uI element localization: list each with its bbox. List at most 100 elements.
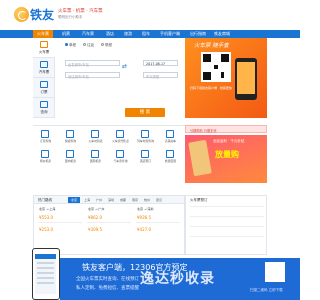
app-banner-line: 私人定制、免费短信、查票提醒 [76, 286, 139, 291]
divider [136, 222, 180, 223]
promo-title: 火车票 随手查 [194, 43, 229, 49]
route-price: ¥936.5 [137, 215, 151, 220]
quick-link-label: 快捷查询 [64, 139, 77, 143]
app-banner-line: 全国火车票实时查询、在线预订 [76, 277, 139, 282]
quick-link-label: 国际机票 [89, 159, 102, 163]
clock-icon [91, 130, 99, 138]
phone-illustration-icon [188, 139, 212, 177]
search-button[interactable]: 搜 索 [125, 108, 165, 117]
hot-tab[interactable]: 上海 [84, 198, 90, 202]
globe-icon [91, 150, 99, 158]
radio-icon [83, 43, 86, 46]
main-nav: 火车票 机票 汽车票 酒店 旅游 租车 手机客户端 出行指南 铁友商城 [0, 30, 300, 38]
tab-round-trip[interactable]: 往返 [83, 43, 94, 48]
bus-icon [116, 150, 124, 158]
nav-item-guide[interactable]: 出行指南 [190, 31, 206, 37]
quick-link[interactable]: 列车时刻查询 [133, 128, 158, 146]
brand-logo-icon[interactable] [14, 7, 29, 22]
nav-item-app[interactable]: 手机客户端 [160, 31, 180, 37]
ticket-search-panel: 单程 往返 联程 出发城市/车站 ⇄ 2017-08-17 到达城市/车站 车次… [55, 38, 185, 118]
lightning-icon [66, 130, 74, 138]
ad-top-text: 分期购机 分期无忧 [190, 128, 217, 133]
app-promo-banner[interactable]: 火车票 随手查 扫码下载铁友客户端 · 抢票更快 [185, 38, 267, 118]
quick-link[interactable]: 旅游度假 [158, 148, 183, 166]
nav-item-travel[interactable]: 旅游 [124, 31, 132, 37]
nav-item-train[interactable]: 火车票 [33, 30, 53, 38]
route-name: 北京 → 广州 [88, 207, 105, 211]
ticket-icon [40, 81, 48, 88]
quick-links-grid: 订票查询 快捷查询 火车时刻表 火车票代售点 列车时刻查询 高铁动车 特价机票 … [33, 125, 185, 185]
quick-link-label: 旅游度假 [164, 159, 177, 163]
route-name: 北京 → 深圳 [137, 207, 154, 211]
quick-link-label: 火车票代售点 [112, 139, 129, 143]
tab-label: 联程 [105, 43, 112, 47]
search-icon [40, 101, 48, 108]
quick-link[interactable]: 快捷查询 [58, 128, 83, 146]
hot-tab[interactable]: 深圳 [108, 198, 114, 202]
train-icon [40, 41, 48, 48]
quick-link[interactable]: 酒店预订 [133, 148, 158, 166]
ad-top-banner[interactable]: 分期购机 分期无忧 [185, 125, 267, 133]
divider [190, 216, 264, 217]
tab-one-way[interactable]: 单程 [65, 43, 76, 48]
train-type-select[interactable]: 车次类型 [143, 72, 178, 79]
hot-tab[interactable]: 北京 [68, 197, 81, 203]
quick-link[interactable]: 汽车票查询 [108, 148, 133, 166]
swap-cities-icon[interactable]: ⇄ [122, 63, 130, 71]
quick-link[interactable]: 特价机票 [33, 148, 58, 166]
route-price: ¥309.5 [88, 227, 102, 232]
to-city-field[interactable]: 到达城市/车站 [65, 72, 120, 79]
nav-item-mall[interactable]: 铁友商城 [214, 31, 230, 37]
hot-tab[interactable]: 成都 [120, 198, 126, 202]
plane-icon [66, 150, 74, 158]
quick-link-label: 特价机票 [39, 159, 52, 163]
route-name: 北京 → 上海 [39, 207, 56, 211]
nav-item-rental[interactable]: 租车 [142, 31, 150, 37]
divider [190, 226, 264, 227]
nav-item-hotel[interactable]: 酒店 [106, 31, 114, 37]
sidebar-item-train[interactable]: 火车票 [33, 38, 55, 58]
hot-routes-panel: 热门路线 北京 上海 广州 深圳 成都 南京 杭州 武汉 北京 → 上海 ¥55… [33, 195, 185, 255]
tab-multi-city[interactable]: 联程 [101, 43, 112, 48]
from-city-field[interactable]: 出发城市/车站 [65, 60, 120, 67]
suitcase-icon [166, 150, 174, 158]
sidebar-item-label: 汽车票 [38, 70, 50, 74]
quick-link[interactable]: 火车票代售点 [108, 128, 133, 146]
bus-icon [40, 61, 48, 68]
phone-illustration-icon [235, 58, 257, 100]
ad-cards: 分期购机 分期无忧 全民返利 · 千元补贴 放量购 [185, 125, 267, 185]
sidebar-item-bus[interactable]: 汽车票 [33, 58, 55, 78]
quick-link-label: 高铁动车 [164, 139, 177, 143]
date-field[interactable]: 2017-08-17 [143, 60, 178, 66]
divider [190, 236, 264, 237]
train-icon [166, 130, 174, 138]
quick-link[interactable]: 高铁动车 [158, 128, 183, 146]
quick-link[interactable]: 火车时刻表 [83, 128, 108, 146]
quick-link[interactable]: 订票查询 [33, 128, 58, 146]
route-card[interactable]: 北京 → 广州 ¥862.0 ¥309.5 [85, 205, 133, 255]
hot-tab[interactable]: 武汉 [156, 198, 162, 202]
route-card[interactable]: 北京 → 深圳 ¥936.5 ¥427.0 [134, 205, 182, 255]
sidebar-item-query[interactable]: 查询 [33, 98, 55, 118]
quick-link[interactable]: 国际机票 [83, 148, 108, 166]
quick-link-label: 订票查询 [39, 139, 52, 143]
hot-tab[interactable]: 南京 [132, 198, 138, 202]
brand-name[interactable]: 铁友 [30, 6, 54, 23]
nav-item-flight[interactable]: 机票 [62, 31, 70, 37]
tab-label: 往返 [87, 43, 94, 47]
radio-icon [65, 43, 68, 46]
hot-tab[interactable]: 杭州 [144, 198, 150, 202]
divider [87, 222, 131, 223]
quick-link[interactable]: 国内机票 [58, 148, 83, 166]
quick-link-label: 酒店预订 [139, 159, 152, 163]
hot-routes-header: 热门路线 北京 上海 广州 深圳 成都 南京 杭州 武汉 [34, 196, 184, 204]
sidebar-item-order[interactable]: 订票 [33, 78, 55, 98]
qr-code-icon [201, 52, 231, 82]
phone-mockup-icon [32, 248, 60, 300]
hot-tab[interactable]: 广州 [96, 198, 102, 202]
order-icon [41, 130, 49, 138]
plane-icon [41, 150, 49, 158]
nav-item-bus[interactable]: 汽车票 [82, 31, 94, 37]
ad-main-banner[interactable]: 全民返利 · 千元补贴 放量购 [185, 135, 267, 183]
tab-label: 单程 [69, 43, 76, 47]
